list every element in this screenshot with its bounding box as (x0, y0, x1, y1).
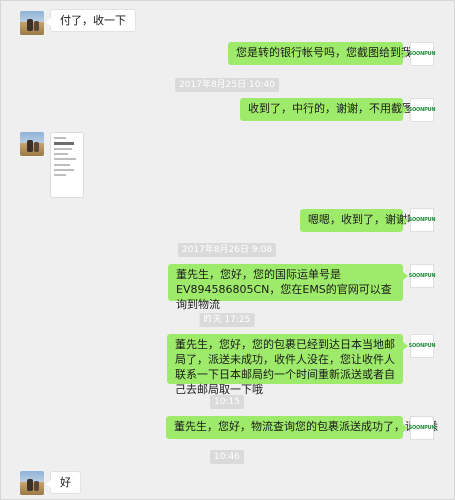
timestamp: 2017年8月26日 9:08 (177, 243, 277, 257)
self-avatar[interactable]: SOONPUN (409, 98, 436, 122)
message-bubble[interactable]: 董先生，您好，您的国际运单号是EV894586805CN，您在EMS的官网可以查… (168, 264, 408, 311)
message-bubble[interactable]: 董先生，您好，您的包裹已经到达日本当地邮局了，派送未成功，收件人没在，您让收件人… (167, 334, 408, 396)
message-text: 董先生，您好，物流查询您的包裹派送成功了，请知悉 (174, 420, 438, 433)
message-text: 您是转的银行帐号吗，您截图给到我吧 (236, 46, 423, 59)
message-text: 董先生，您好，您的国际运单号是EV894586805CN，您在EMS的官网可以查… (176, 268, 392, 311)
timestamp: 10:46 (210, 450, 244, 464)
message-bubble[interactable]: 付了，收一下 (46, 9, 136, 32)
message-text: 董先生，您好，您的包裹已经到达日本当地邮局了，派送未成功，收件人没在，您让收件人… (175, 338, 395, 396)
timestamp: 10:15 (210, 395, 244, 409)
message-bubble[interactable]: 董先生，您好，物流查询您的包裹派送成功了，请知悉 (166, 416, 438, 439)
timestamp: 2017年8月25日 10:40 (175, 78, 279, 92)
message-text: 好 (60, 476, 71, 489)
message-text: 收到了，中行的，谢谢，不用截图了 (248, 102, 424, 115)
self-avatar[interactable]: SOONPUN (409, 42, 436, 66)
image-message[interactable] (50, 132, 84, 198)
contact-avatar[interactable] (20, 471, 44, 495)
timestamp: 昨天 17:25 (199, 313, 255, 327)
self-avatar[interactable]: SOONPUN (409, 208, 436, 232)
message-text: 嗯嗯，收到了，谢谢啊 (308, 213, 418, 226)
message-text: 付了，收一下 (60, 14, 126, 27)
message-bubble[interactable]: 好 (46, 471, 81, 494)
contact-avatar[interactable] (20, 132, 44, 156)
contact-avatar[interactable] (20, 11, 44, 35)
self-avatar[interactable]: SOONPUN (409, 264, 436, 288)
chat-window: 付了，收一下 您是转的银行帐号吗，您截图给到我吧 SOONPUN 2017年8月… (0, 0, 455, 500)
message-bubble[interactable]: 您是转的银行帐号吗，您截图给到我吧 (228, 42, 423, 65)
message-bubble[interactable]: 嗯嗯，收到了，谢谢啊 (300, 209, 418, 232)
message-bubble[interactable]: 收到了，中行的，谢谢，不用截图了 (240, 98, 424, 121)
self-avatar[interactable]: SOONPUN (409, 334, 436, 358)
self-avatar[interactable]: SOONPUN (409, 416, 436, 440)
